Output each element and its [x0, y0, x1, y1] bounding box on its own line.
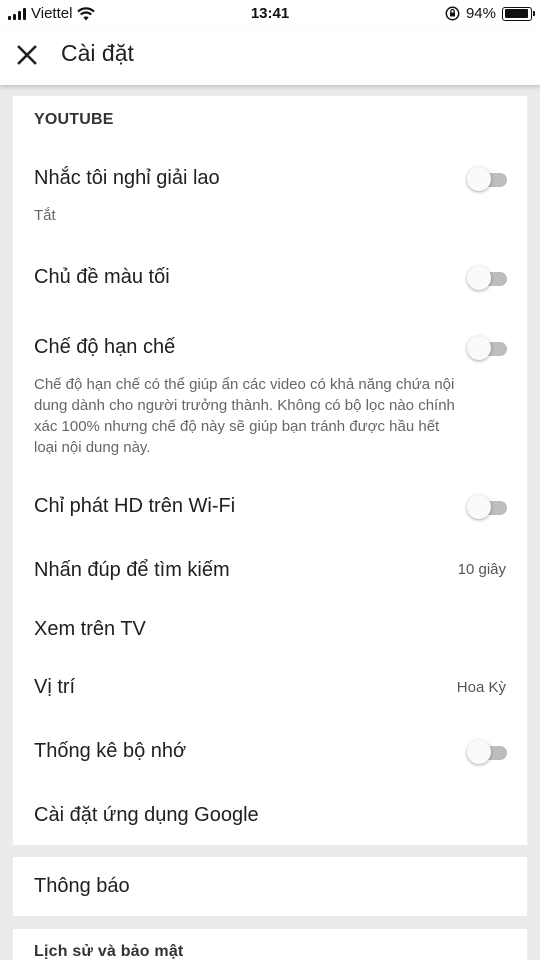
- page-title: Cài đặt: [61, 40, 134, 66]
- setting-watch-on-tv[interactable]: Xem trên TV: [13, 608, 527, 654]
- dark-theme-toggle[interactable]: [467, 266, 507, 290]
- break-reminder-toggle[interactable]: [467, 167, 507, 191]
- storage-stats-toggle[interactable]: [467, 740, 507, 764]
- orientation-lock-icon: [445, 6, 460, 21]
- setting-value: Hoa Kỳ: [456, 679, 506, 696]
- restricted-mode-toggle[interactable]: [467, 336, 507, 360]
- setting-hd-wifi-only[interactable]: Chỉ phát HD trên Wi-Fi: [13, 484, 527, 532]
- battery-icon: [502, 6, 535, 21]
- setting-double-tap-seek[interactable]: Nhấn đúp để tìm kiếm 10 giây: [13, 548, 527, 596]
- setting-label: Chế độ hạn chế: [34, 336, 176, 358]
- history-privacy-card: Lịch sử và bảo mật: [13, 929, 527, 960]
- setting-label: Nhắc tôi nghỉ giải lao: [34, 167, 220, 189]
- app-bar: Cài đặt: [0, 28, 540, 85]
- close-icon[interactable]: [12, 40, 42, 70]
- setting-label: Vị trí: [34, 676, 76, 698]
- setting-subtitle: Tắt: [34, 207, 56, 224]
- setting-label: Nhấn đúp để tìm kiếm: [34, 559, 230, 581]
- section-header-youtube: YOUTUBE: [34, 111, 114, 128]
- setting-label: Thống kê bộ nhớ: [34, 740, 187, 762]
- battery-level: [504, 9, 528, 18]
- notifications-label: Thông báo: [34, 875, 130, 897]
- toggle-thumb: [467, 740, 491, 764]
- setting-label: Cài đặt ứng dụng Google: [34, 804, 259, 826]
- toggle-thumb: [467, 167, 491, 191]
- setting-storage-stats[interactable]: Thống kê bộ nhớ: [13, 730, 527, 776]
- setting-label: Chỉ phát HD trên Wi-Fi: [34, 495, 236, 517]
- setting-location[interactable]: Vị trí Hoa Kỳ: [13, 666, 527, 712]
- hd-wifi-only-toggle[interactable]: [467, 495, 507, 519]
- setting-label: Xem trên TV: [34, 618, 146, 640]
- youtube-settings-card: YOUTUBE Nhắc tôi nghỉ giải lao Tắt Chủ đ…: [13, 96, 527, 845]
- status-right: 94%: [445, 5, 535, 22]
- battery-percent: 94%: [465, 5, 496, 22]
- setting-description: Chế độ hạn chế có thể giúp ẩn các video …: [34, 376, 455, 456]
- setting-google-app-settings[interactable]: Cài đặt ứng dụng Google: [13, 794, 527, 840]
- notifications-card[interactable]: Thông báo: [13, 857, 527, 916]
- setting-break-reminder[interactable]: Nhắc tôi nghỉ giải lao Tắt: [13, 156, 527, 236]
- toggle-thumb: [467, 266, 491, 290]
- setting-restricted-mode[interactable]: Chế độ hạn chế Chế độ hạn chế có thể giú…: [13, 324, 527, 464]
- toggle-thumb: [467, 495, 491, 519]
- setting-value: 10 giây: [457, 561, 506, 578]
- setting-label: Chủ đề màu tối: [34, 266, 170, 288]
- toggle-thumb: [467, 336, 491, 360]
- setting-dark-theme[interactable]: Chủ đề màu tối: [13, 254, 527, 304]
- section-header-history-privacy: Lịch sử và bảo mật: [34, 943, 184, 960]
- status-bar: Viettel 13:41 94%: [0, 0, 540, 28]
